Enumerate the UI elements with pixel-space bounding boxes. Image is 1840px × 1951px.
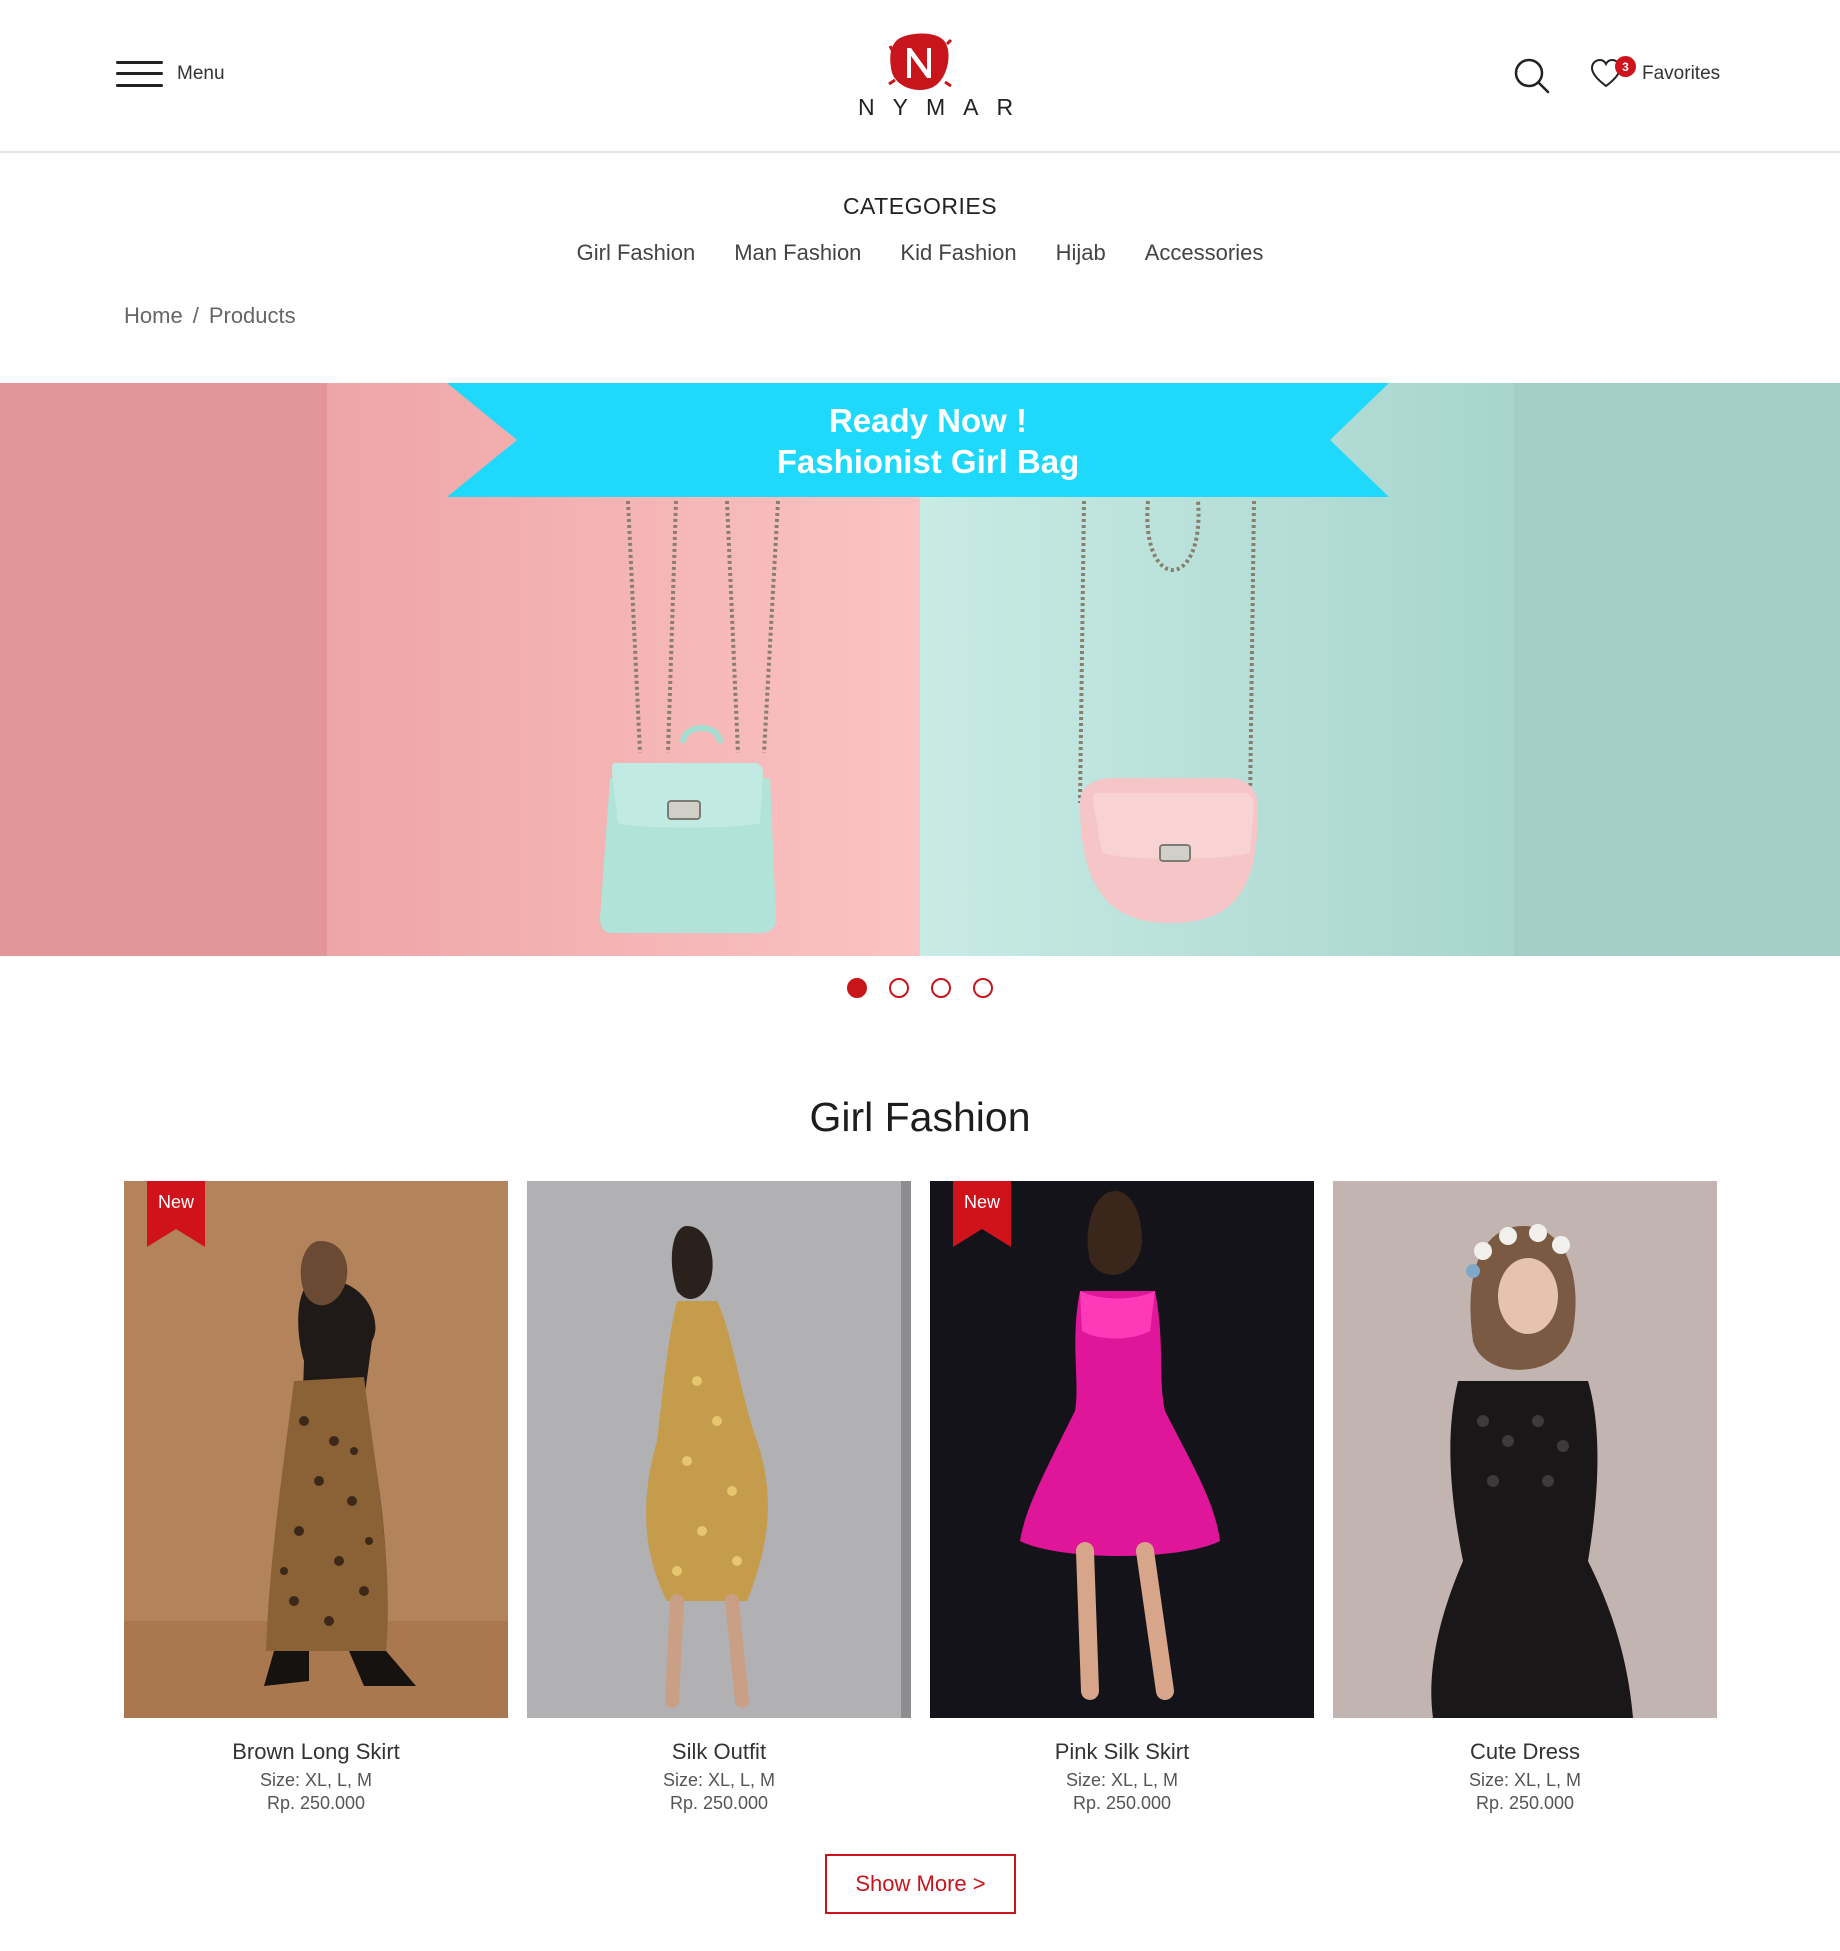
favorites-count-badge: 3 (1615, 56, 1636, 77)
search-icon (1514, 58, 1550, 94)
product-image (1333, 1181, 1717, 1718)
product-card-brown-long-skirt[interactable]: New Brown Long Skirt Size: XL, L, M Rp. … (124, 1181, 508, 1821)
hero-line1: Ready Now ! (829, 402, 1027, 439)
show-more-button[interactable]: Show More > (825, 1854, 1016, 1914)
product-size: Size: XL, L, M (1065, 1770, 1179, 1790)
categories-title: CATEGORIES (842, 193, 998, 219)
category-accessories[interactable]: Accessories (1145, 240, 1264, 266)
category-hijab[interactable]: Hijab (1056, 240, 1106, 266)
product-image (930, 1181, 1314, 1718)
product-card-cute-dress[interactable]: Cute Dress Size: XL, L, M Rp. 250.000 (1333, 1181, 1717, 1821)
hero-banner[interactable]: Ready Now ! Fashionist Girl Bag (0, 383, 1840, 956)
site-header: Menu NYMAR 3 Favorites (0, 0, 1840, 153)
product-price: Rp. 250.000 (669, 1793, 769, 1813)
menu-label: Menu (177, 63, 225, 84)
breadcrumb: Home / Products (124, 303, 296, 329)
logo-text: NYMAR (858, 94, 1032, 120)
product-name: Brown Long Skirt (232, 1739, 400, 1764)
product-name: Cute Dress (1469, 1739, 1581, 1764)
favorites-label: Favorites (1642, 63, 1721, 84)
product-size: Size: XL, L, M (1468, 1770, 1582, 1790)
carousel-dot-2[interactable] (889, 978, 909, 998)
product-image (527, 1181, 911, 1718)
search-button[interactable] (1512, 56, 1552, 96)
section-title: Girl Fashion (809, 1094, 1031, 1140)
product-card-silk-outfit[interactable]: Silk Outfit Size: XL, L, M Rp. 250.000 (527, 1181, 911, 1821)
product-size: Size: XL, L, M (259, 1770, 373, 1790)
product-card-pink-silk-skirt[interactable]: New Pink Silk Skirt Size: XL, L, M Rp. 2… (930, 1181, 1314, 1821)
logo-mark-icon (888, 33, 953, 90)
carousel-dot-4[interactable] (973, 978, 993, 998)
product-grid: New Brown Long Skirt Size: XL, L, M Rp. … (124, 1181, 1717, 1821)
product-price: Rp. 250.000 (1072, 1793, 1172, 1813)
hero-image: Ready Now ! Fashionist Girl Bag (0, 383, 1840, 956)
carousel-dot-3[interactable] (931, 978, 951, 998)
product-price: Rp. 250.000 (266, 1793, 366, 1813)
new-badge: New (953, 1181, 1011, 1247)
carousel-dot-1[interactable] (847, 978, 867, 998)
product-name: Silk Outfit (671, 1739, 767, 1764)
brand-logo[interactable]: NYMAR (840, 32, 1032, 124)
new-badge: New (147, 1181, 205, 1247)
breadcrumb-home[interactable]: Home (124, 303, 183, 329)
favorites-button[interactable]: 3 Favorites (1590, 56, 1721, 90)
category-nav: Girl Fashion Man Fashion Kid Fashion Hij… (0, 240, 1840, 266)
category-girl-fashion[interactable]: Girl Fashion (577, 240, 696, 266)
product-size: Size: XL, L, M (662, 1770, 776, 1790)
hamburger-icon (116, 58, 163, 90)
menu-button[interactable]: Menu (116, 58, 225, 90)
product-name: Pink Silk Skirt (1054, 1739, 1190, 1764)
breadcrumb-products[interactable]: Products (209, 303, 296, 329)
category-man-fashion[interactable]: Man Fashion (734, 240, 861, 266)
breadcrumb-separator: / (192, 303, 199, 328)
category-kid-fashion[interactable]: Kid Fashion (900, 240, 1016, 266)
product-price: Rp. 250.000 (1475, 1793, 1575, 1813)
product-image (124, 1181, 508, 1718)
carousel-dots (0, 978, 1840, 998)
hero-line2: Fashionist Girl Bag (777, 443, 1080, 480)
